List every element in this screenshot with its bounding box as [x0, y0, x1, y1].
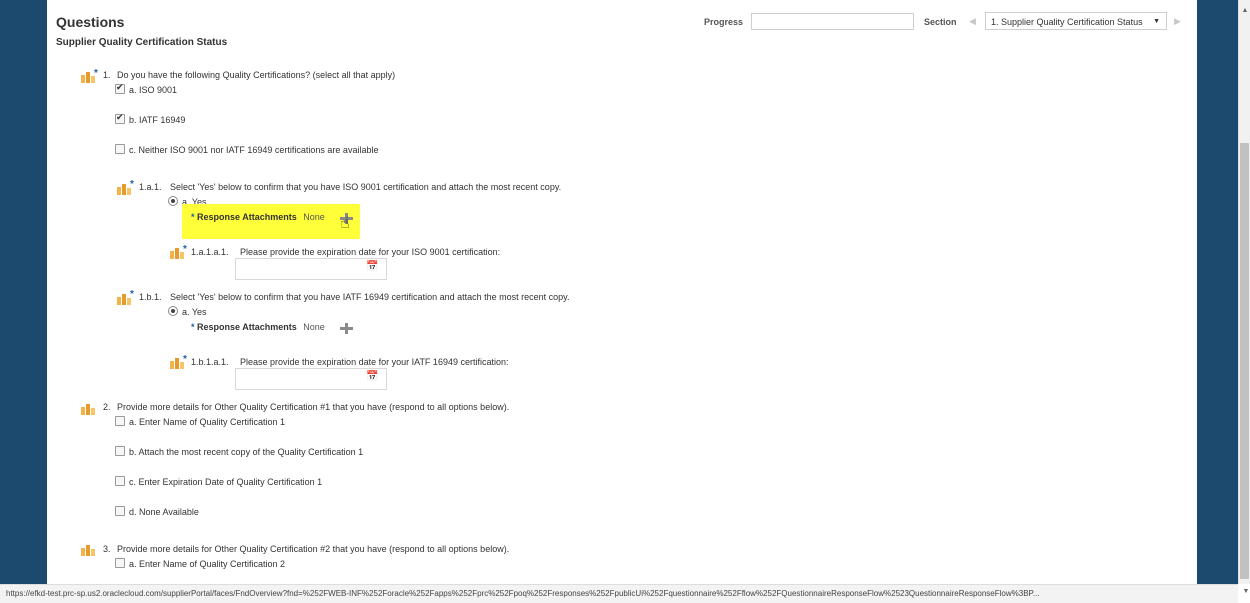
question-icon: [117, 294, 131, 305]
progress-bar: [751, 13, 914, 30]
attachments-value: None: [303, 322, 325, 332]
question-3-text: Provide more details for Other Quality C…: [117, 544, 510, 554]
question-icon: [117, 184, 131, 195]
checkbox-iatf-16949[interactable]: [115, 112, 125, 124]
next-section-icon[interactable]: ▶: [1174, 16, 1181, 27]
option-q2-d: d. None Available: [129, 507, 199, 517]
question-1-number: 1.: [103, 70, 111, 80]
checkbox-iso-9001[interactable]: [115, 82, 125, 94]
question-1a1-number: 1.a.1.: [139, 182, 162, 192]
checkbox-q2-d[interactable]: [115, 506, 125, 516]
option-neither: c. Neither ISO 9001 nor IATF 16949 certi…: [129, 145, 379, 155]
question-icon: [170, 358, 184, 369]
scroll-down-arrow-icon[interactable]: ▼: [1242, 588, 1250, 598]
radio-yes-iso[interactable]: [168, 196, 178, 206]
checkbox-q2-c[interactable]: [115, 476, 125, 486]
page-title: Questions: [56, 14, 125, 30]
question-icon: [81, 404, 95, 415]
vertical-scrollbar[interactable]: ▲: [1238, 0, 1250, 584]
hand-cursor-icon: ☝: [340, 215, 350, 232]
question-1a1a1-text: Please provide the expiration date for y…: [240, 247, 501, 257]
option-q2-a: a. Enter Name of Quality Certification 1: [129, 417, 286, 427]
question-1b1-number: 1.b.1.: [139, 292, 162, 302]
section-select-value: 1. Supplier Quality Certification Status: [991, 17, 1143, 27]
progress-label: Progress: [704, 17, 744, 27]
question-1b1a1-text: Please provide the expiration date for y…: [240, 357, 509, 367]
question-3-number: 3.: [103, 544, 111, 554]
section-label: Section: [924, 17, 957, 27]
question-1b1a1-number: 1.b.1.a.1.: [191, 357, 229, 367]
calendar-icon[interactable]: 📅: [366, 261, 378, 272]
option-q2-b: b. Attach the most recent copy of the Qu…: [129, 447, 364, 457]
checkbox-q2-a[interactable]: [115, 416, 125, 426]
required-star-icon: *: [130, 289, 134, 300]
checkbox-q2-b[interactable]: [115, 446, 125, 456]
page-subtitle: Supplier Quality Certification Status: [56, 37, 228, 48]
section-select[interactable]: 1. Supplier Quality Certification Status…: [985, 12, 1167, 30]
question-icon: [170, 248, 184, 259]
right-margin-band: [1197, 0, 1238, 603]
add-attachment-icon[interactable]: [340, 322, 353, 334]
required-star-icon: *: [183, 354, 187, 365]
option-iatf-16949: b. IATF 16949: [129, 115, 186, 125]
question-2-number: 2.: [103, 402, 111, 412]
required-star-icon: *: [183, 244, 187, 255]
iso-expiration-date-input[interactable]: [235, 258, 387, 280]
chevron-down-icon: ▼: [1153, 18, 1160, 25]
scroll-up-arrow-icon[interactable]: ▲: [1240, 6, 1250, 16]
question-1a1a1-number: 1.a.1.a.1.: [191, 247, 229, 257]
question-icon: [81, 72, 95, 83]
question-icon: [81, 545, 95, 556]
question-1b1-text: Select 'Yes' below to confirm that you h…: [170, 292, 570, 302]
required-star-icon: *: [130, 179, 134, 190]
response-attachments-iso: * Response Attachments None: [191, 212, 325, 222]
question-1a1-text: Select 'Yes' below to confirm that you h…: [170, 182, 562, 192]
question-1-text: Do you have the following Quality Certif…: [117, 70, 396, 80]
attachments-value: None: [303, 212, 325, 222]
response-attachments-iatf: * Response Attachments None: [191, 322, 325, 332]
option-q2-c: c. Enter Expiration Date of Quality Cert…: [129, 477, 323, 487]
left-margin-band: [0, 0, 47, 603]
question-2-text: Provide more details for Other Quality C…: [117, 402, 510, 412]
required-star-icon: *: [94, 68, 98, 79]
radio-yes-iatf[interactable]: [168, 306, 178, 316]
option-iso-9001: a. ISO 9001: [129, 85, 178, 95]
previous-section-icon[interactable]: ◀: [969, 16, 976, 27]
calendar-icon[interactable]: 📅: [366, 371, 378, 382]
scroll-thumb[interactable]: [1240, 143, 1249, 579]
checkbox-neither[interactable]: [115, 144, 125, 154]
option-yes-iatf: a. Yes: [182, 307, 207, 317]
iatf-expiration-date-input[interactable]: [235, 368, 387, 390]
option-q3-a: a. Enter Name of Quality Certification 2: [129, 559, 286, 569]
checkbox-q3-a[interactable]: [115, 558, 125, 568]
status-bar-url: https://efkd-test.prc-sp.us2.oraclecloud…: [0, 584, 1238, 603]
